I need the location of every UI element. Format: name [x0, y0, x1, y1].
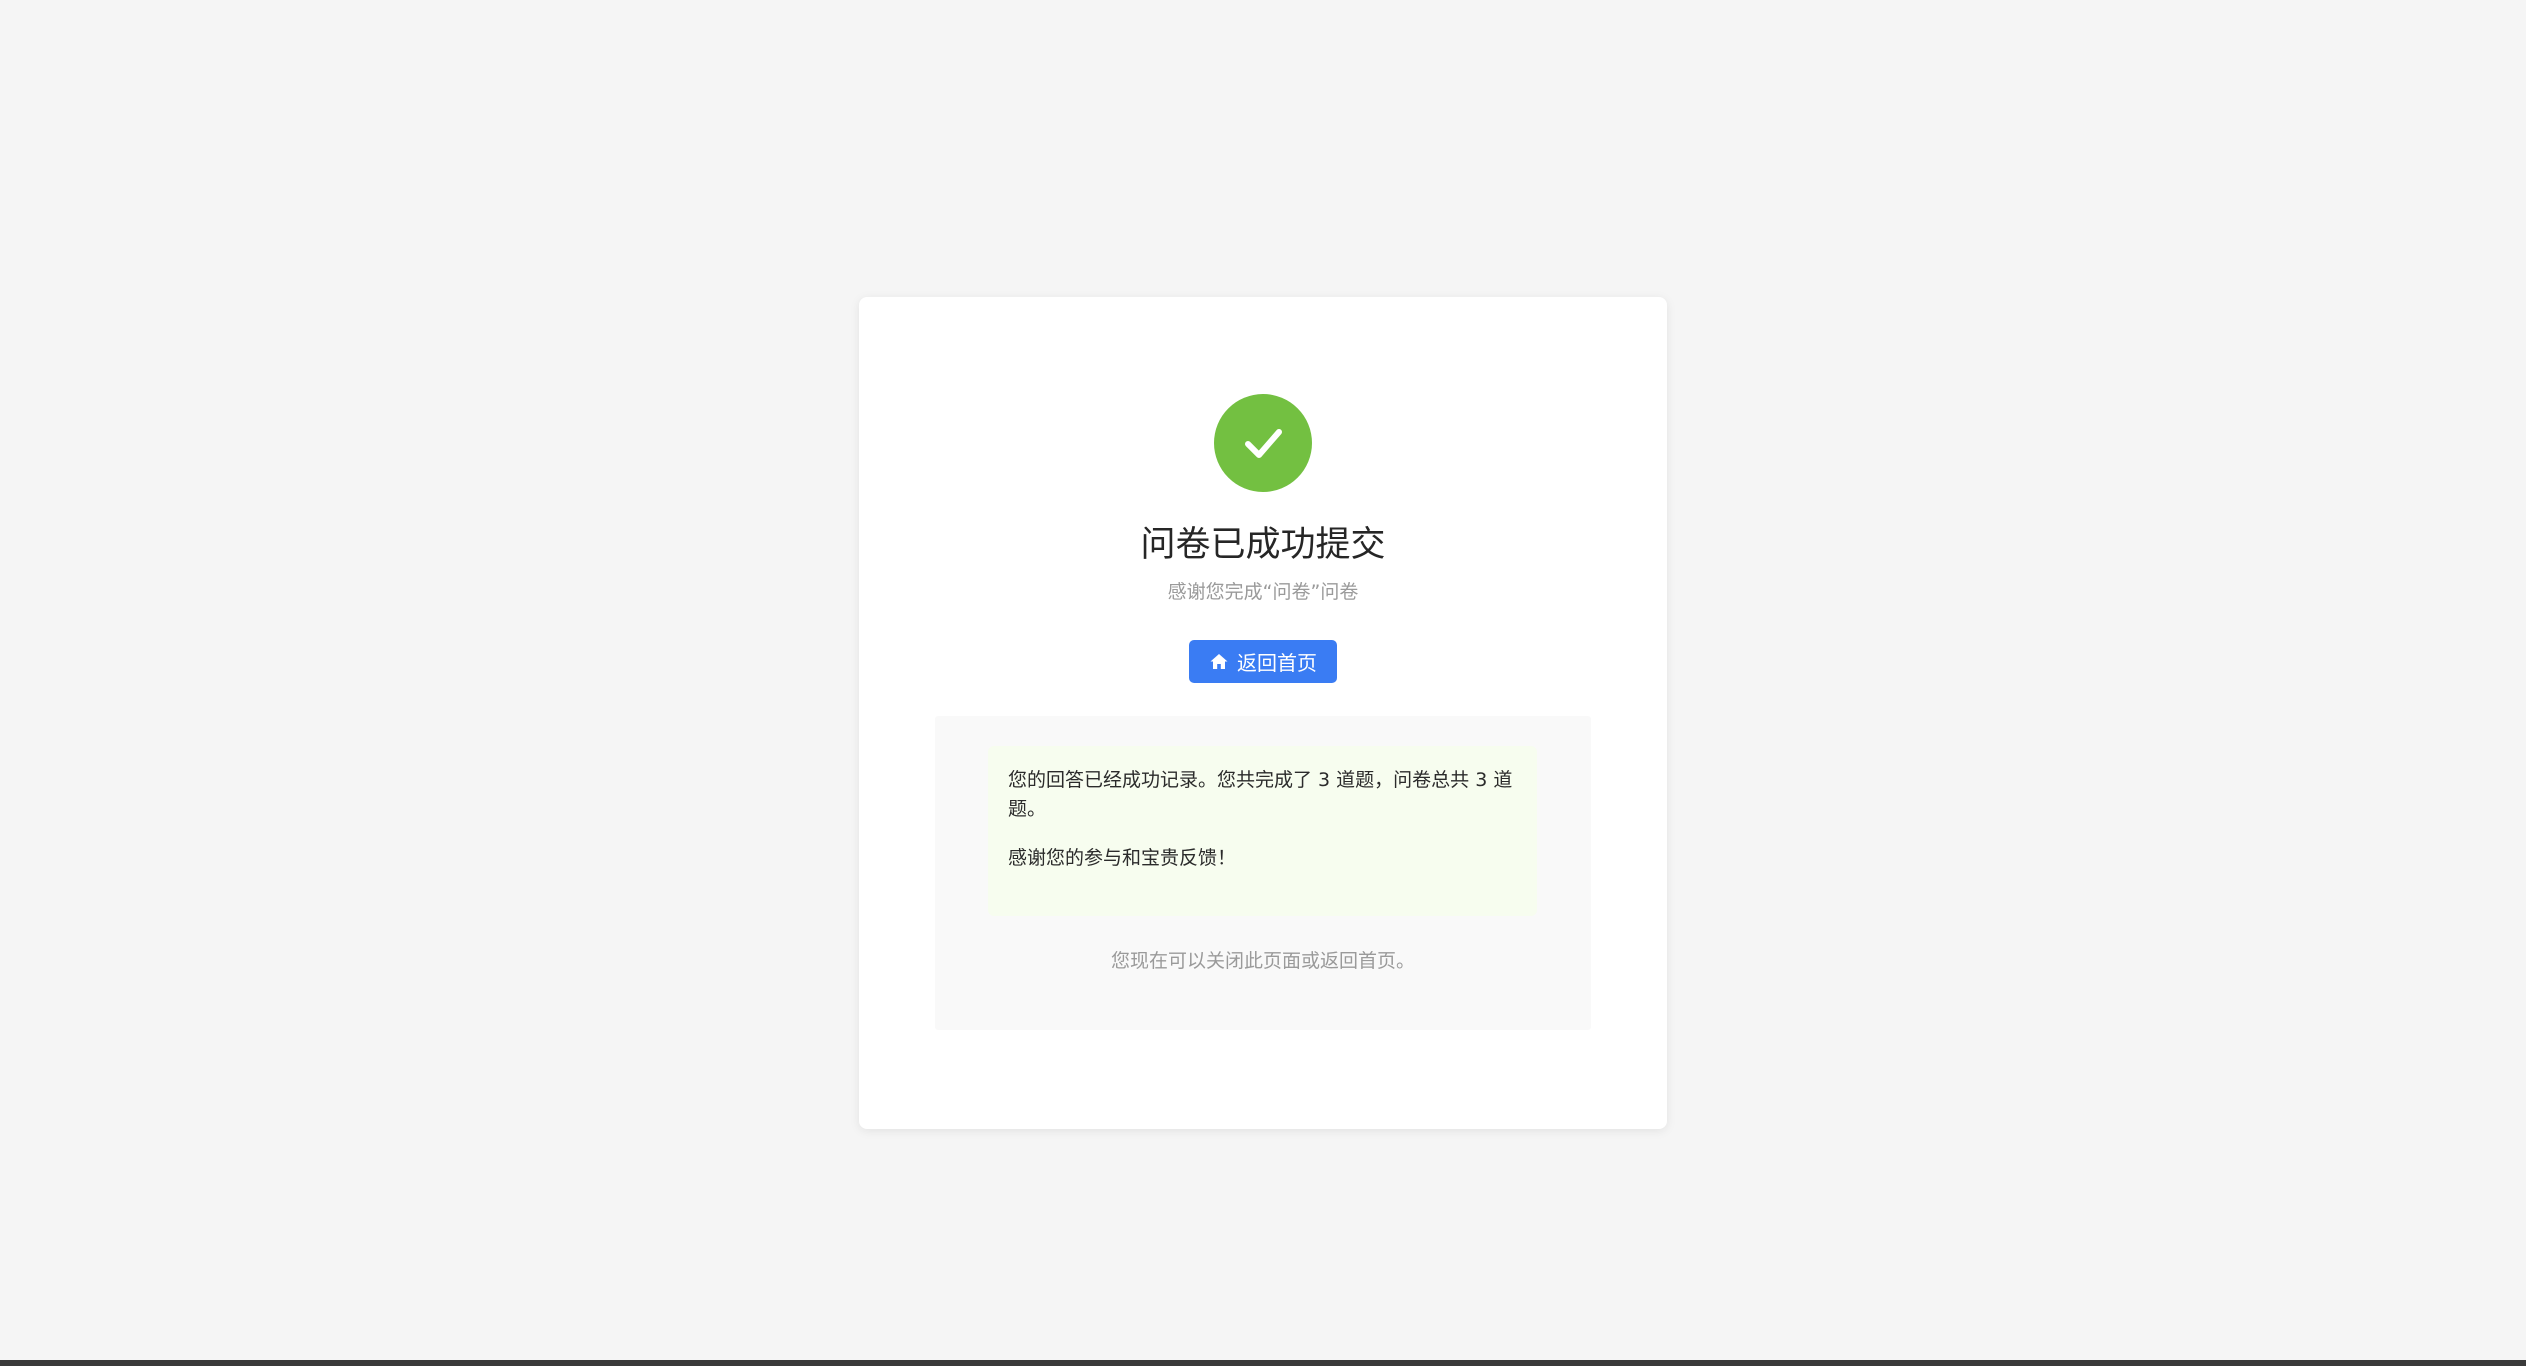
bottom-edge-bar	[0, 1360, 2526, 1366]
result-summary-box: 您的回答已经成功记录。您共完成了 3 道题，问卷总共 3 道题。 感谢您的参与和…	[988, 746, 1537, 916]
footer-note: 您现在可以关闭此页面或返回首页。	[1110, 950, 1415, 972]
info-panel: 您的回答已经成功记录。您共完成了 3 道题，问卷总共 3 道题。 感谢您的参与和…	[935, 716, 1591, 1030]
page: 问卷已成功提交 感谢您完成“问卷”问卷 返回首页 您的回答已经成功记录。您共完成…	[0, 0, 2526, 1366]
check-icon	[1245, 429, 1282, 458]
result-summary-text: 您的回答已经成功记录。您共完成了 3 道题，问卷总共 3 道题。	[1008, 769, 1513, 820]
check-circle-icon	[1214, 394, 1312, 492]
page-subtitle: 感谢您完成“问卷”问卷	[1167, 581, 1359, 603]
submission-success-card: 问卷已成功提交 感谢您完成“问卷”问卷 返回首页 您的回答已经成功记录。您共完成…	[859, 297, 1667, 1129]
thanks-text: 感谢您的参与和宝贵反馈！	[1008, 847, 1237, 869]
return-home-button-label: 返回首页	[1237, 651, 1317, 675]
page-title: 问卷已成功提交	[1140, 525, 1386, 565]
home-icon	[1209, 652, 1229, 672]
return-home-button[interactable]: 返回首页	[1189, 640, 1337, 683]
